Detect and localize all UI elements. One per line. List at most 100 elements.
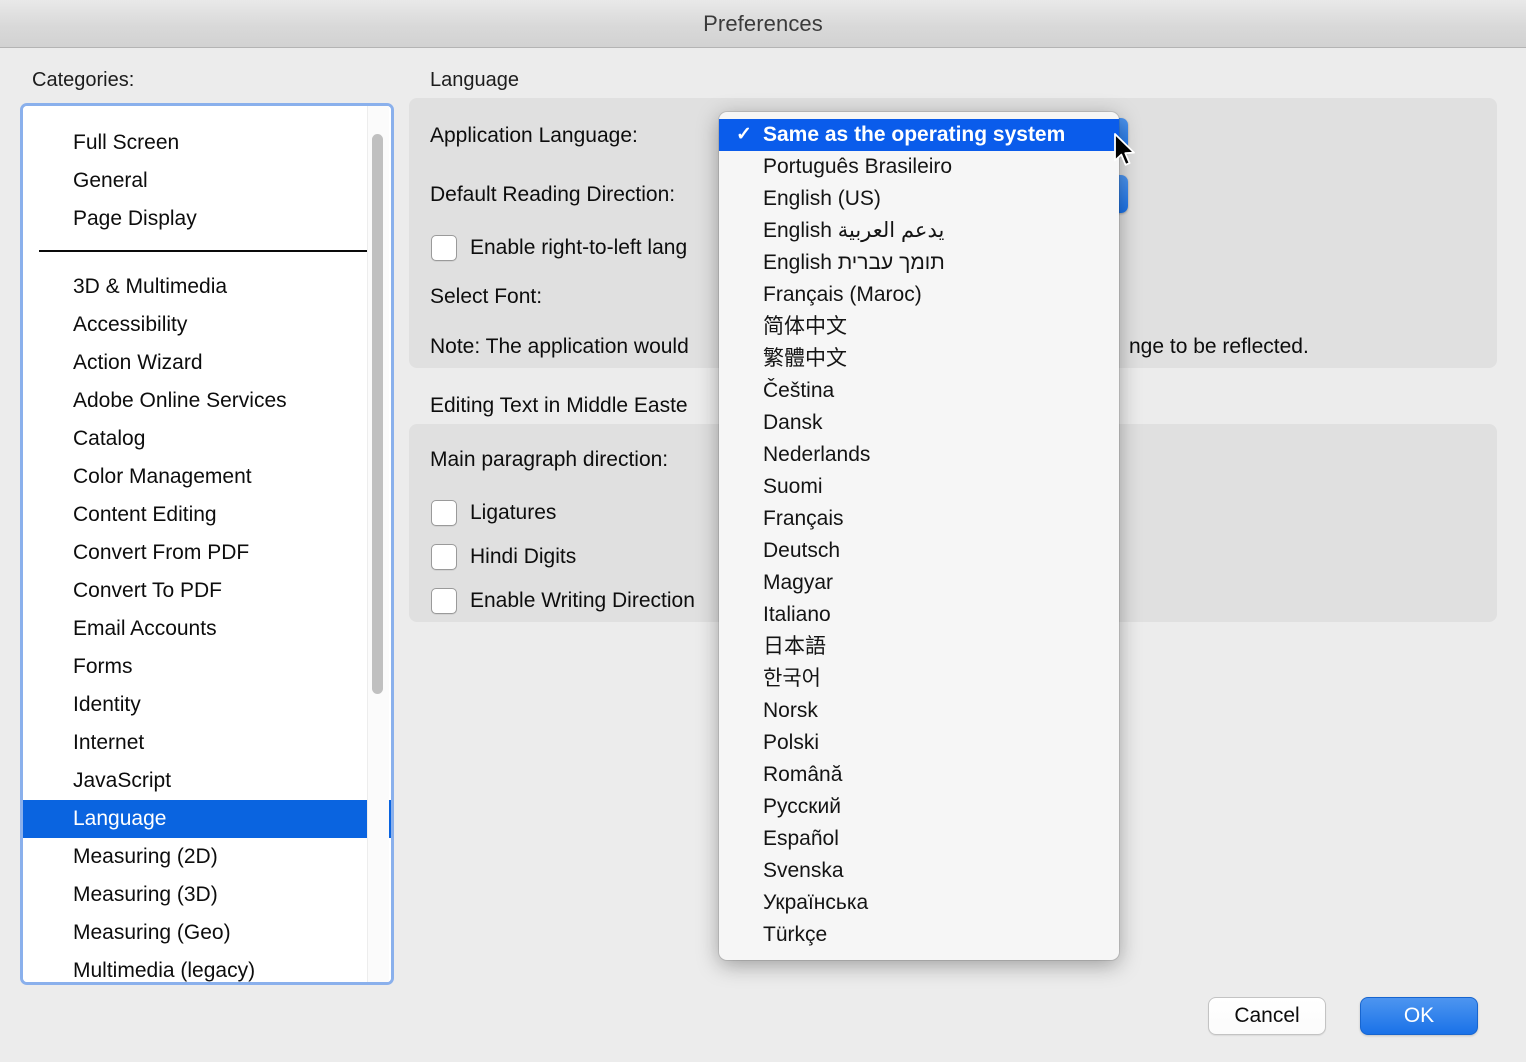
sidebar-item-color-management[interactable]: Color Management	[23, 458, 394, 496]
categories-label: Categories:	[32, 69, 134, 92]
editing-section-title: Editing Text in Middle Easte	[430, 394, 688, 418]
menu-item-italiano[interactable]: Italiano	[719, 599, 1119, 631]
menu-item-suomi[interactable]: Suomi	[719, 471, 1119, 503]
menu-item-norsk[interactable]: Norsk	[719, 695, 1119, 727]
select-font-label: Select Font:	[430, 285, 542, 309]
menu-item-label: Română	[763, 763, 842, 786]
sidebar-item-javascript[interactable]: JavaScript	[23, 762, 394, 800]
menu-item-romana[interactable]: Română	[719, 759, 1119, 791]
ligatures-checkbox-row[interactable]: Ligatures	[431, 500, 556, 526]
sidebar-separator	[39, 250, 381, 252]
enable-rtl-checkbox-row[interactable]: Enable right-to-left lang	[431, 235, 687, 261]
sidebar-item-content-editing[interactable]: Content Editing	[23, 496, 394, 534]
menu-item-korean[interactable]: 한국어	[719, 663, 1119, 695]
categories-scrollbar[interactable]	[367, 106, 389, 982]
sidebar-item-multimedia-legacy[interactable]: Multimedia (legacy)	[23, 952, 394, 985]
menu-item-magyar[interactable]: Magyar	[719, 567, 1119, 599]
hindi-digits-label: Hindi Digits	[470, 545, 576, 569]
menu-item-label: Polski	[763, 731, 819, 754]
sidebar-item-full-screen[interactable]: Full Screen	[23, 124, 394, 162]
menu-item-traditional-chinese[interactable]: 繁體中文	[719, 343, 1119, 375]
menu-item-svenska[interactable]: Svenska	[719, 855, 1119, 887]
categories-list[interactable]: Full Screen General Page Display 3D & Mu…	[20, 103, 394, 985]
menu-item-label: 繁體中文	[763, 347, 847, 370]
language-note-text: Note: The application would	[430, 335, 689, 359]
application-language-dropdown-menu[interactable]: ✓Same as the operating system Português …	[719, 112, 1119, 960]
menu-item-label: Magyar	[763, 571, 833, 594]
menu-item-espanol[interactable]: Español	[719, 823, 1119, 855]
sidebar-item-measuring-3d[interactable]: Measuring (3D)	[23, 876, 394, 914]
menu-item-turkce[interactable]: Türkçe	[719, 919, 1119, 951]
sidebar-item-measuring-2d[interactable]: Measuring (2D)	[23, 838, 394, 876]
enable-writing-direction-label: Enable Writing Direction	[470, 589, 695, 613]
language-note-text-continued: nge to be reflected.	[1129, 335, 1309, 359]
menu-item-cestina[interactable]: Čeština	[719, 375, 1119, 407]
menu-item-russkiy[interactable]: Русский	[719, 791, 1119, 823]
categories-group-top: Full Screen General Page Display	[23, 124, 394, 238]
menu-item-label: English (US)	[763, 187, 881, 210]
default-reading-direction-label: Default Reading Direction:	[430, 183, 675, 207]
cancel-button[interactable]: Cancel	[1208, 997, 1326, 1035]
sidebar-item-internet[interactable]: Internet	[23, 724, 394, 762]
window-title: Preferences	[703, 11, 823, 37]
checkmark-icon: ✓	[736, 119, 752, 151]
sidebar-item-catalog[interactable]: Catalog	[23, 420, 394, 458]
menu-item-simplified-chinese[interactable]: 简体中文	[719, 311, 1119, 343]
menu-item-japanese[interactable]: 日本語	[719, 631, 1119, 663]
sidebar-item-convert-from-pdf[interactable]: Convert From PDF	[23, 534, 394, 572]
sidebar-item-general[interactable]: General	[23, 162, 394, 200]
menu-item-english-arabic[interactable]: English يدعم العربية	[719, 215, 1119, 247]
sidebar-item-adobe-online-services[interactable]: Adobe Online Services	[23, 382, 394, 420]
menu-item-label: Türkçe	[763, 923, 827, 946]
menu-item-label: Русский	[763, 795, 841, 818]
hindi-digits-checkbox-row[interactable]: Hindi Digits	[431, 544, 576, 570]
menu-item-label: Deutsch	[763, 539, 840, 562]
menu-item-label: Português Brasileiro	[763, 155, 952, 178]
menu-item-same-as-os[interactable]: ✓Same as the operating system	[719, 119, 1119, 151]
menu-item-label: Norsk	[763, 699, 818, 722]
application-language-label: Application Language:	[430, 124, 638, 148]
menu-item-francais-maroc[interactable]: Français (Maroc)	[719, 279, 1119, 311]
menu-item-dansk[interactable]: Dansk	[719, 407, 1119, 439]
menu-item-label: Français	[763, 507, 844, 530]
menu-item-english-hebrew[interactable]: English תומך עברית	[719, 247, 1119, 279]
enable-writing-direction-checkbox-row[interactable]: Enable Writing Direction	[431, 588, 695, 614]
menu-item-ukrainska[interactable]: Українська	[719, 887, 1119, 919]
ligatures-checkbox[interactable]	[431, 500, 457, 526]
ok-button[interactable]: OK	[1360, 997, 1478, 1035]
enable-rtl-checkbox[interactable]	[431, 235, 457, 261]
page-title: Language	[430, 69, 519, 92]
menu-item-portugues-brasileiro[interactable]: Português Brasileiro	[719, 151, 1119, 183]
menu-item-polski[interactable]: Polski	[719, 727, 1119, 759]
sidebar-item-3d-multimedia[interactable]: 3D & Multimedia	[23, 268, 394, 306]
sidebar-item-identity[interactable]: Identity	[23, 686, 394, 724]
menu-item-label: English תומך עברית	[763, 251, 945, 274]
sidebar-item-measuring-geo[interactable]: Measuring (Geo)	[23, 914, 394, 952]
menu-item-deutsch[interactable]: Deutsch	[719, 535, 1119, 567]
hindi-digits-checkbox[interactable]	[431, 544, 457, 570]
menu-item-label: Nederlands	[763, 443, 870, 466]
ligatures-label: Ligatures	[470, 501, 556, 525]
menu-item-label: Українська	[763, 891, 868, 914]
sidebar-item-convert-to-pdf[interactable]: Convert To PDF	[23, 572, 394, 610]
sidebar-item-email-accounts[interactable]: Email Accounts	[23, 610, 394, 648]
menu-item-label: English يدعم العربية	[763, 219, 944, 242]
menu-item-english-us[interactable]: English (US)	[719, 183, 1119, 215]
sidebar-item-forms[interactable]: Forms	[23, 648, 394, 686]
sidebar-item-page-display[interactable]: Page Display	[23, 200, 394, 238]
sidebar-item-language[interactable]: Language	[23, 800, 394, 838]
window-titlebar: Preferences	[0, 0, 1526, 48]
menu-item-label: Suomi	[763, 475, 823, 498]
enable-writing-direction-checkbox[interactable]	[431, 588, 457, 614]
categories-scrollbar-thumb[interactable]	[372, 134, 383, 694]
menu-item-nederlands[interactable]: Nederlands	[719, 439, 1119, 471]
sidebar-item-accessibility[interactable]: Accessibility	[23, 306, 394, 344]
menu-item-francais[interactable]: Français	[719, 503, 1119, 535]
menu-item-label: 简体中文	[763, 315, 847, 338]
menu-item-label: 한국어	[763, 667, 821, 690]
menu-item-label: Français (Maroc)	[763, 283, 922, 306]
menu-item-label: Čeština	[763, 379, 834, 402]
sidebar-item-action-wizard[interactable]: Action Wizard	[23, 344, 394, 382]
menu-item-label: 日本語	[763, 635, 826, 658]
categories-group-main: 3D & Multimedia Accessibility Action Wiz…	[23, 268, 394, 985]
